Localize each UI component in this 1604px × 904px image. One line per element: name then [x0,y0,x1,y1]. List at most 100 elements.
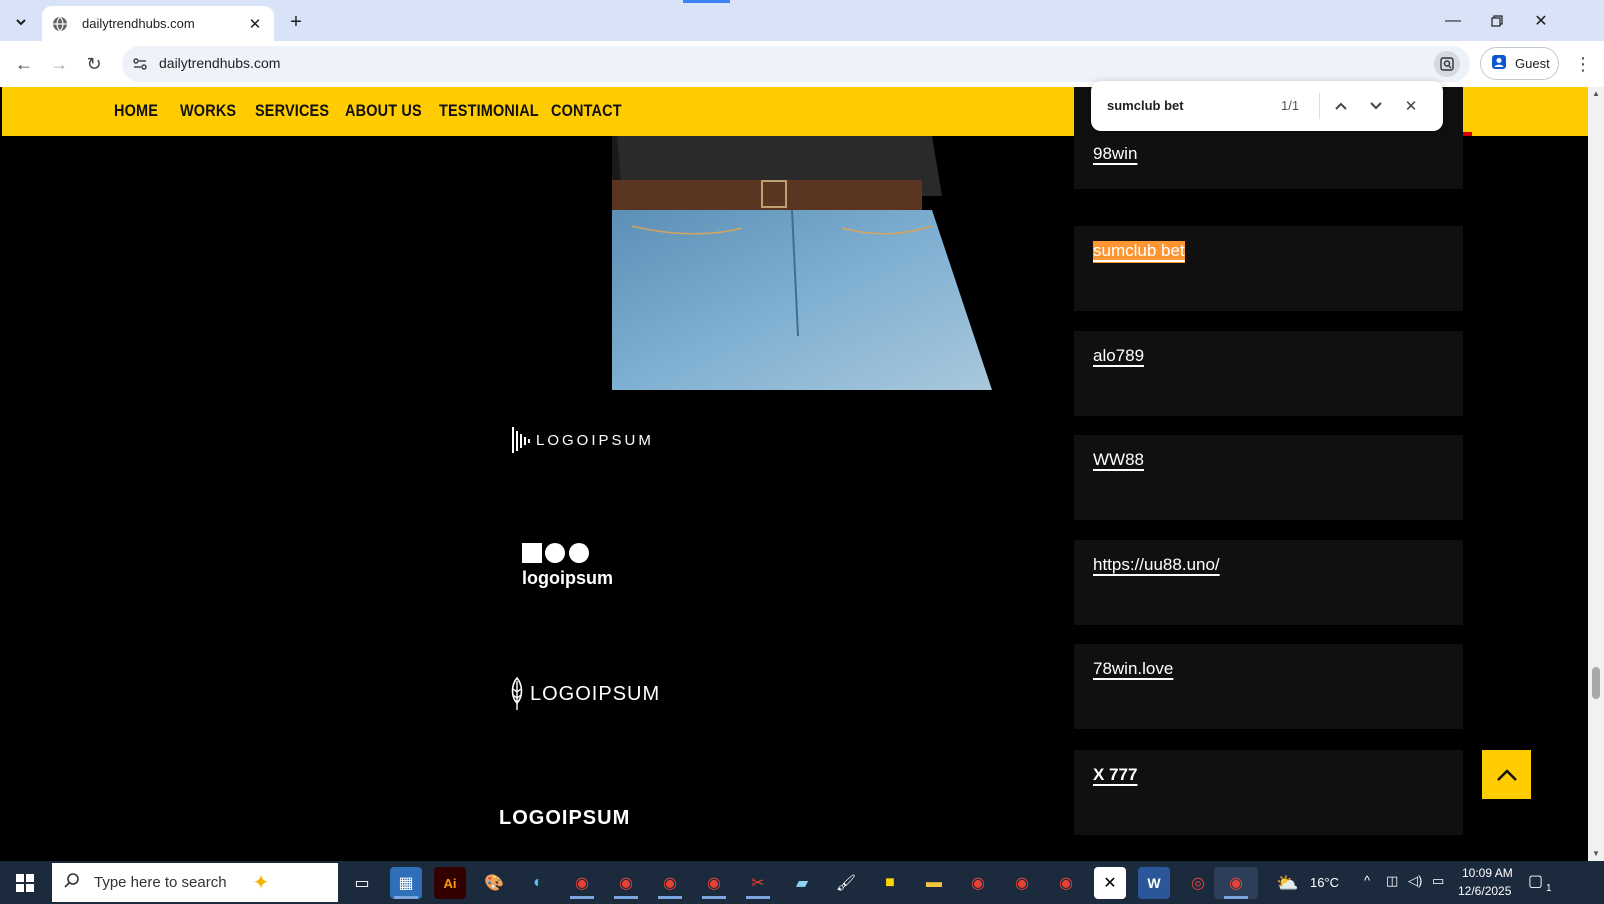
nav-services[interactable]: SERVICES [255,101,329,121]
screen: dailytrendhubs.com ✕ + — ✕ ← → ↻ dailytr… [0,0,1604,904]
find-separator [1319,93,1320,119]
search-icon [64,872,80,893]
link-card: sumclub bet [1074,226,1463,311]
find-match-count: 1/1 [1281,98,1300,113]
link-card: WW88 [1074,435,1463,520]
globe-icon [52,16,68,32]
back-to-top-button[interactable] [1482,750,1531,799]
capcut-icon[interactable]: ✕ [1094,867,1126,899]
tab-strip: dailytrendhubs.com ✕ + — ✕ [0,0,1604,41]
back-arrow-icon[interactable]: ← [10,50,38,78]
chrome-profile-icon[interactable]: ◉ [566,867,598,899]
taskbar-search-placeholder: Type here to search [94,874,227,891]
chrome-profile-icon[interactable]: ◉ [698,867,730,899]
taskbar-search-box[interactable]: Type here to search ✦ [52,863,338,902]
find-close-icon[interactable]: ✕ [1399,94,1423,118]
chrome-profile-icon[interactable]: ◉ [654,867,686,899]
tab-title: dailytrendhubs.com [82,16,195,31]
nav-about-us[interactable]: ABOUT US [345,101,422,121]
network-icon[interactable]: ▭ [1432,873,1444,889]
app-circle-icon[interactable]: ◎ [1182,867,1214,899]
link-98win[interactable]: 98win [1093,144,1137,164]
top-indicator [683,0,730,3]
close-window-button[interactable]: ✕ [1528,8,1554,34]
find-next-icon[interactable] [1364,94,1388,118]
sticky-notes-icon[interactable]: ■ [874,867,906,899]
notification-count: 1 [1546,883,1552,894]
scroll-up-arrow-icon[interactable]: ▲ [1592,89,1600,98]
nav-works[interactable]: WORKS [180,101,236,121]
volume-icon[interactable]: ◁) [1408,873,1422,889]
logo-4-text: LOGOIPSUM [499,807,631,829]
link-alo789[interactable]: alo789 [1093,346,1144,366]
find-query-input[interactable]: sumclub bet [1107,98,1184,113]
nav-contact[interactable]: CONTACT [551,101,622,121]
chrome-active-icon[interactable]: ◉ [1214,867,1258,899]
notification-icon[interactable]: ▢ [1528,871,1543,891]
paint-icon[interactable]: 🎨 [478,867,510,899]
restore-button[interactable] [1484,8,1510,34]
logo-4: LOGOIPSUM [499,807,630,830]
illustrator-icon[interactable]: Ai [434,867,466,899]
logo-2-text: logoipsum [522,568,613,588]
scroll-thumb[interactable] [1592,667,1600,699]
new-tab-button[interactable]: + [283,9,309,35]
copilot-sparkle-icon: ✦ [252,872,270,894]
logo-2: logoipsum [522,542,613,588]
url-text: dailytrendhubs.com [159,55,281,71]
file-explorer-icon[interactable]: ▬ [918,867,950,899]
profile-label: Guest [1515,56,1550,71]
tab-search-chevron-icon[interactable] [8,9,34,35]
edge-icon[interactable]: ◐ [522,867,554,899]
chrome-icon[interactable]: ◉ [1006,867,1038,899]
link-ww88[interactable]: WW88 [1093,450,1144,470]
minimize-button[interactable]: — [1440,8,1466,34]
link-uu88[interactable]: https://uu88.uno/ [1093,555,1220,575]
find-previous-icon[interactable] [1329,94,1353,118]
link-78win-love[interactable]: 78win.love [1093,659,1173,679]
meet-now-icon[interactable]: ◫ [1386,873,1398,889]
chrome-icon[interactable]: ◉ [1050,867,1082,899]
link-card: 78win.love [1074,644,1463,729]
snipping-tool-icon[interactable]: ✂ [742,867,774,899]
chrome-icon[interactable]: ◉ [962,867,994,899]
notepad-icon[interactable]: ▰ [786,867,818,899]
nav-home[interactable]: HOME [114,101,158,121]
find-in-page-icon[interactable] [1434,51,1460,77]
task-view-icon[interactable]: ▭ [346,867,378,899]
clock-time[interactable]: 10:09 AM [1462,866,1513,880]
clock-date[interactable]: 12/6/2025 [1458,884,1511,898]
logo-3: LOGOIPSUM [510,676,659,716]
tab-close-icon[interactable]: ✕ [246,15,264,33]
weather-temp[interactable]: 16°C [1310,875,1339,890]
browser-tab[interactable]: dailytrendhubs.com ✕ [42,6,274,41]
reload-icon[interactable]: ↻ [80,50,108,78]
logo-1-text: LOGOIPSUM [536,432,654,449]
tray-chevron-up-icon[interactable]: ^ [1364,873,1370,888]
logo-1: LOGOIPSUM [512,425,651,460]
link-x777[interactable]: X 777 [1093,765,1137,785]
link-sumclub-bet[interactable]: sumclub bet [1093,241,1185,263]
logo-3-text: LOGOIPSUM [530,683,661,705]
page-scrollbar[interactable]: ▲ ▼ [1588,87,1604,861]
scroll-down-arrow-icon[interactable]: ▼ [1592,849,1600,858]
nav-testimonial[interactable]: TESTIMONIAL [439,101,539,121]
chrome-profile-icon[interactable]: ◉ [610,867,642,899]
windows-taskbar: Type here to search ✦ ▭ ▦ Ai 🎨 ◐ ◉ ◉ ◉ ◉… [0,861,1604,904]
profile-button[interactable]: Guest [1480,47,1559,80]
find-bar: sumclub bet 1/1 ✕ [1091,81,1443,131]
more-menu-icon[interactable]: ⋮ [1570,51,1596,77]
link-card: alo789 [1074,331,1463,416]
weather-icon[interactable]: ⛅ [1276,873,1298,894]
chevron-up-icon [1496,768,1517,781]
windows-start-icon[interactable] [0,861,50,904]
profile-icon [1491,54,1507,73]
address-bar[interactable]: dailytrendhubs.com [122,46,1470,82]
calculator-icon[interactable]: ▦ [390,867,422,899]
site-info-icon[interactable] [130,54,150,74]
paint-brush-icon[interactable]: 🖌 [830,867,862,899]
word-icon[interactable]: W [1138,867,1170,899]
link-card: X 777 [1074,750,1463,835]
forward-arrow-icon[interactable]: → [45,50,73,78]
hero-jeans-image [612,136,1014,390]
